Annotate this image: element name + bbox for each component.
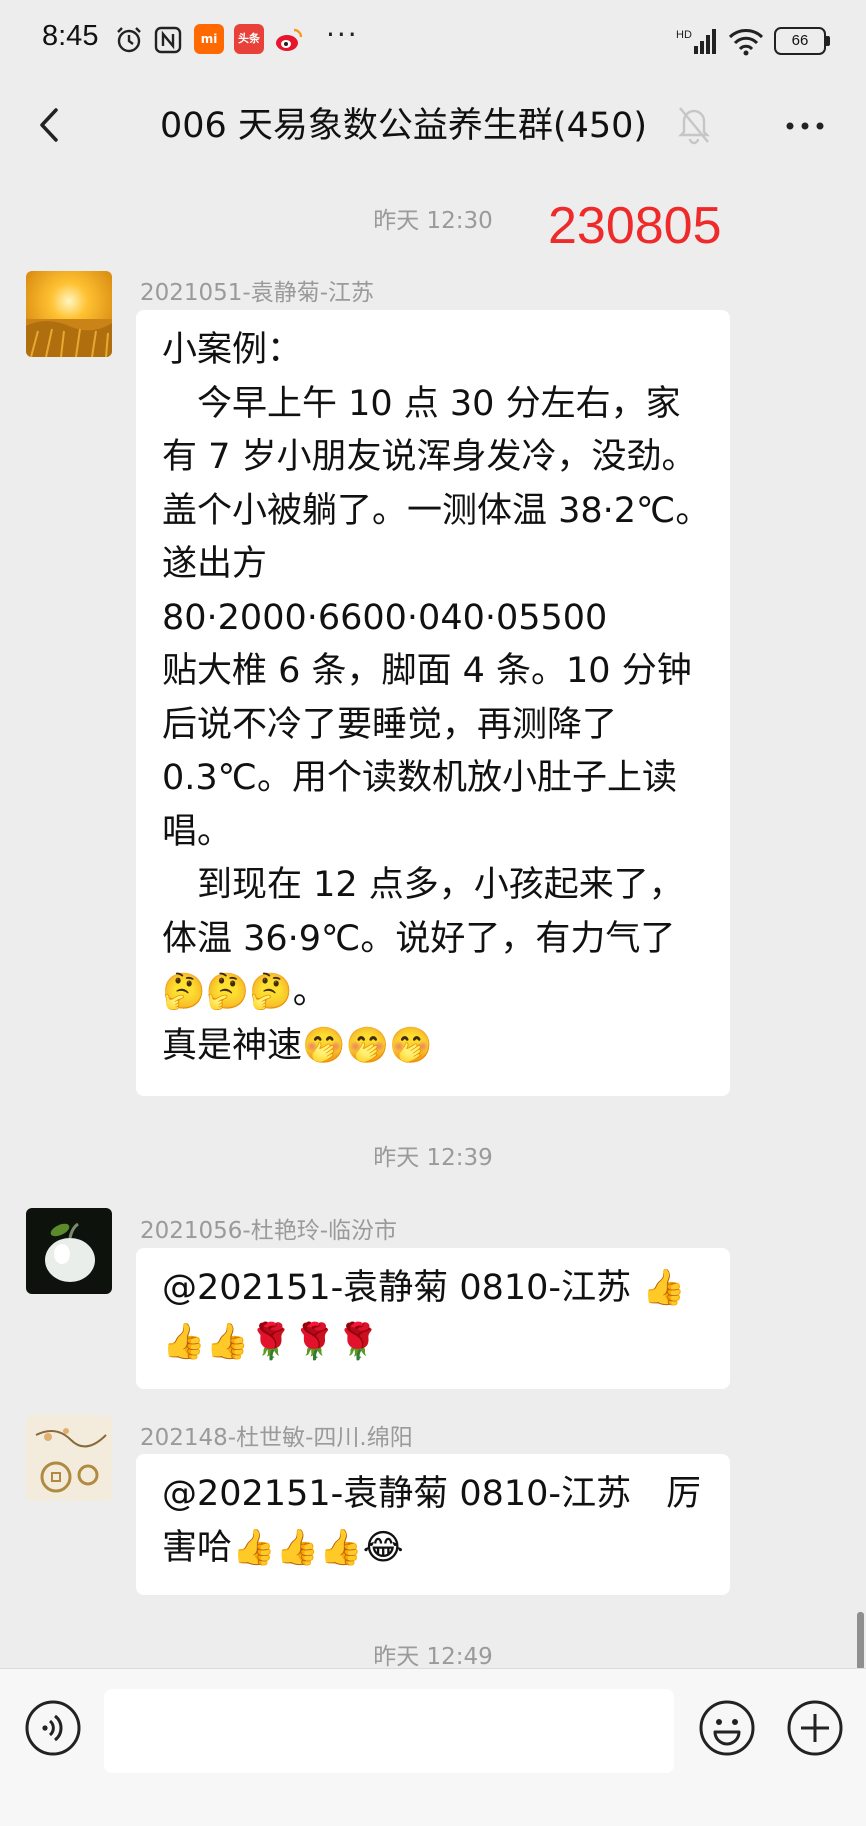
sender-name: 2021051-袁静菊-江苏 bbox=[140, 280, 375, 306]
status-time: 8:45 bbox=[42, 20, 99, 52]
add-attachment-button[interactable] bbox=[786, 1699, 844, 1757]
avatar[interactable] bbox=[26, 1208, 112, 1294]
message-line: 👍👍🌹🌹🌹 bbox=[162, 1321, 380, 1362]
battery-icon: 66 bbox=[774, 27, 830, 55]
message-bubble[interactable]: @202151-袁静菊 0810-江苏 厉 害哈👍👍👍😂 bbox=[136, 1454, 730, 1595]
toutiao-app-icon: 头条 bbox=[234, 24, 264, 54]
chat-scrollbar[interactable] bbox=[857, 1612, 864, 1670]
message-bubble[interactable]: @202151-袁静菊 0810-江苏 👍 👍👍🌹🌹🌹 bbox=[136, 1248, 730, 1389]
avatar[interactable] bbox=[26, 1415, 112, 1501]
message-line: 害哈👍👍👍😂 bbox=[162, 1527, 404, 1568]
message-timestamp: 昨天 12:39 bbox=[373, 1145, 493, 1171]
message-line: 今早上午 10 点 30 分左右，家 bbox=[162, 383, 681, 424]
message-line: 唱。 bbox=[162, 811, 233, 852]
message-line: 真是神速🤭🤭🤭 bbox=[162, 1025, 433, 1066]
sender-name: 2021056-杜艳玲-临汾市 bbox=[140, 1218, 398, 1244]
message-line: 盖个小被躺了。一测体温 38·2℃。 bbox=[162, 490, 711, 531]
wifi-icon bbox=[728, 29, 764, 56]
chat-header: 006 天易象数公益养生群(450) bbox=[0, 84, 866, 168]
alarm-icon bbox=[117, 27, 141, 53]
sender-name: 202148-杜世敏-四川.绵阳 bbox=[140, 1425, 413, 1451]
mute-bell-icon bbox=[678, 107, 710, 145]
status-bar: 8:45 mi 头条 ··· HD 66 bbox=[0, 0, 866, 84]
voice-input-button[interactable] bbox=[24, 1699, 82, 1757]
more-notifications-icon: ··· bbox=[326, 18, 359, 51]
message-line: 小案例： bbox=[162, 330, 303, 370]
message-line: 0.3℃。用个读数机放小肚子上读 bbox=[162, 758, 677, 798]
message-line: 有 7 岁小朋友说浑身发冷，没劲。 bbox=[162, 437, 697, 477]
message-line: 到现在 12 点多，小孩起来了， bbox=[162, 865, 684, 905]
message-timestamp: 昨天 12:49 bbox=[373, 1644, 493, 1670]
message-line: @202151-袁静菊 0810-江苏 厉 bbox=[162, 1474, 702, 1514]
mi-app-icon: mi bbox=[194, 24, 224, 54]
avatar[interactable] bbox=[26, 271, 112, 357]
back-button[interactable] bbox=[26, 100, 76, 150]
message-line: 遂出方 bbox=[162, 544, 268, 584]
red-annotation-code: 230805 bbox=[548, 197, 722, 255]
weibo-icon bbox=[276, 28, 303, 51]
chat-title: 006 天易象数公益养生群(450) bbox=[160, 106, 648, 146]
message-bubble[interactable]: 小案例： 今早上午 10 点 30 分左右，家 有 7 岁小朋友说浑身发冷，没劲… bbox=[136, 310, 730, 1096]
message-line: 后说不冷了要睡觉，再测降了 bbox=[162, 704, 618, 745]
system-status: HD 66 bbox=[676, 24, 830, 58]
emoji-button[interactable] bbox=[698, 1699, 756, 1757]
message-timestamp: 昨天 12:30 bbox=[373, 208, 493, 234]
message-input[interactable] bbox=[104, 1689, 674, 1773]
message-line: 80·2000·6600·040·05500 bbox=[162, 597, 608, 638]
message-line: 体温 36·9℃。说好了，有力气了 bbox=[162, 918, 676, 959]
message-line: 🤔🤔🤔。 bbox=[162, 972, 328, 1012]
nfc-icon bbox=[154, 26, 182, 54]
svg-text:HD: HD bbox=[676, 29, 692, 41]
message-line: @202151-袁静菊 0810-江苏 👍 bbox=[162, 1268, 686, 1308]
input-bar bbox=[0, 1668, 866, 1826]
more-options-button[interactable] bbox=[780, 106, 830, 146]
signal-icon: HD bbox=[676, 29, 716, 54]
message-line: 贴大椎 6 条，脚面 4 条。10 分钟 bbox=[162, 651, 692, 691]
